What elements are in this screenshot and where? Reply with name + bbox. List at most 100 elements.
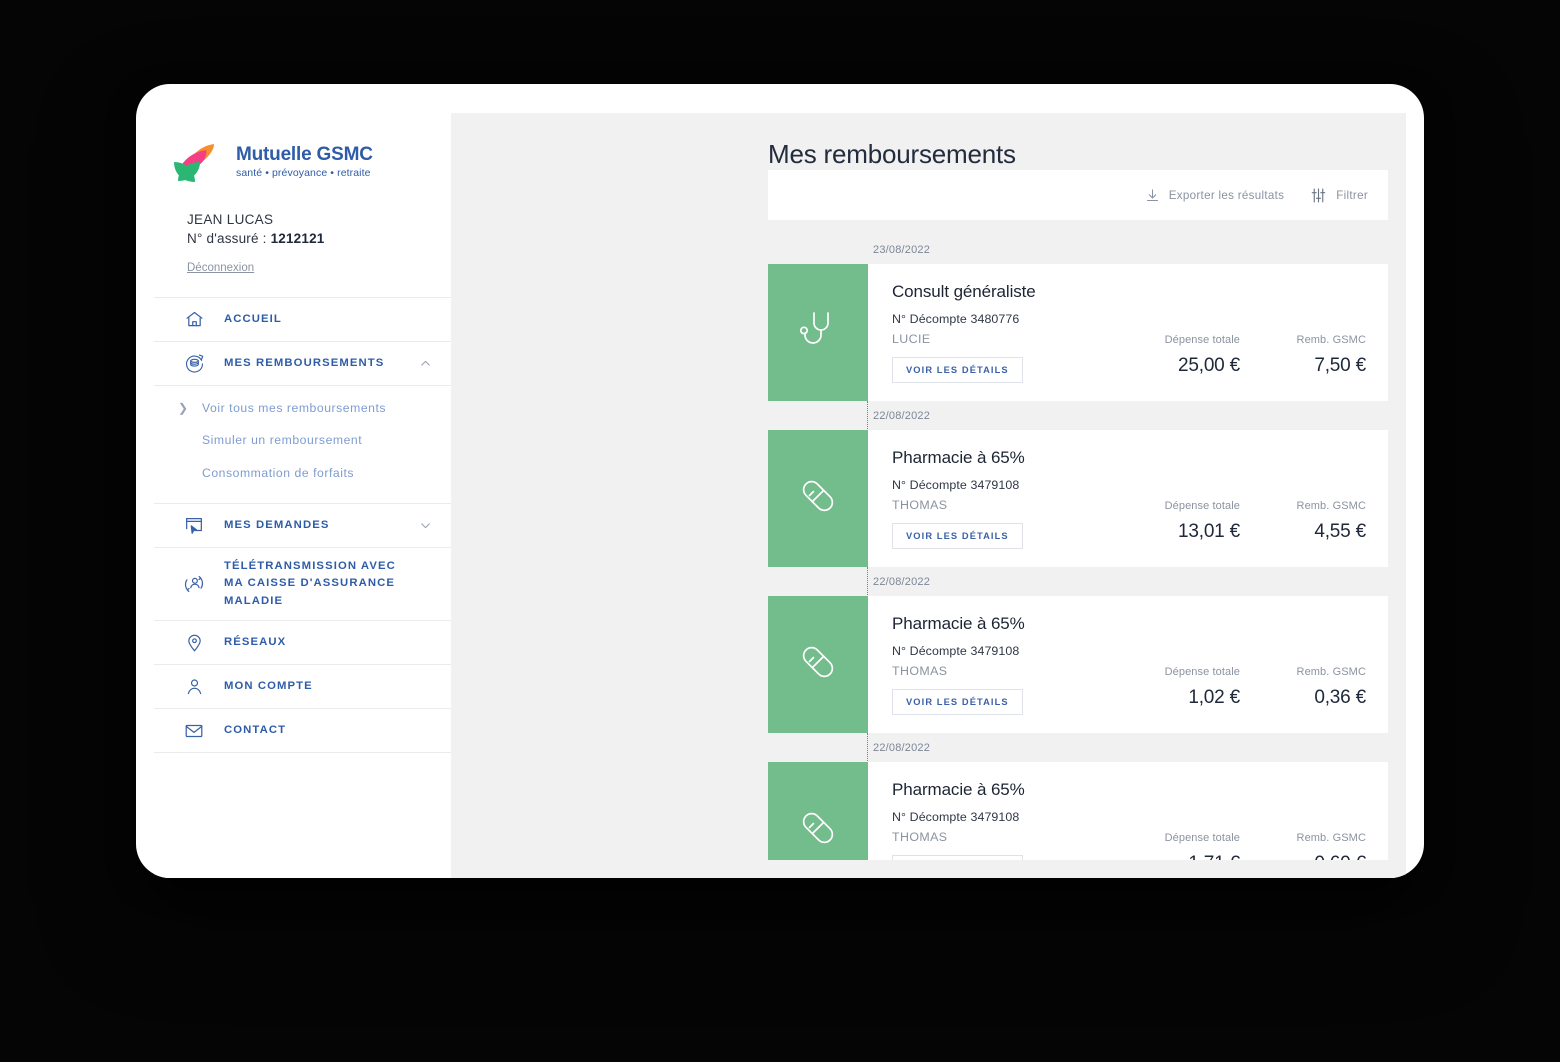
- card-amounts: Dépense totale 13,01 € Remb. GSMC 4,55 €: [1148, 500, 1366, 543]
- user-block: JEAN LUCAS N° d'assuré : 1212121 Déconne…: [154, 184, 451, 276]
- expense-label: Dépense totale: [1148, 334, 1240, 346]
- reimbursement-column: Remb. GSMC 7,50 €: [1274, 334, 1366, 377]
- expense-value: 1,02 €: [1148, 687, 1240, 709]
- list-bottom-fade: [451, 860, 1406, 878]
- filter-button[interactable]: Filtrer: [1310, 187, 1368, 204]
- card-reference: N° Décompte 3479108: [892, 478, 1366, 492]
- card-amounts: Dépense totale 25,00 € Remb. GSMC 7,50 €: [1148, 334, 1366, 377]
- pill-icon: [796, 806, 840, 855]
- pill-icon: [796, 640, 840, 689]
- user-icon: [178, 676, 210, 697]
- reimbursement-card[interactable]: Pharmacie à 65% N° Décompte 3479108 THOM…: [768, 430, 1388, 567]
- sidebar-item-mes-remboursements[interactable]: MES REMBOURSEMENTS: [154, 342, 451, 386]
- sidebar-item-label: ACCUEIL: [210, 311, 417, 329]
- sidebar-item-accueil[interactable]: ACCUEIL: [154, 298, 451, 342]
- card-body: Pharmacie à 65% N° Décompte 3479108 THOM…: [868, 596, 1388, 733]
- view-details-button[interactable]: VOIR LES DÉTAILS: [892, 689, 1023, 715]
- reimbursement-card[interactable]: Pharmacie à 65% N° Décompte 3479108 THOM…: [768, 596, 1388, 733]
- sidebar-subitem-consommation[interactable]: ❯ Consommation de forfaits: [178, 457, 433, 489]
- sidebar-item-teletransmission[interactable]: TÉLÉTRANSMISSION AVEC MA CAISSE D'ASSURA…: [154, 548, 451, 622]
- map-pin-icon: [178, 632, 210, 653]
- card-media: [768, 430, 868, 567]
- view-details-button[interactable]: VOIR LES DÉTAILS: [892, 523, 1023, 549]
- reimbursement-value: 4,55 €: [1274, 521, 1366, 543]
- sidebar-item-mes-demandes[interactable]: MES DEMANDES: [154, 504, 451, 548]
- expense-column: Dépense totale 13,01 €: [1148, 500, 1240, 543]
- sidebar-item-label: MES DEMANDES: [210, 517, 417, 535]
- reimbursement-label: Remb. GSMC: [1274, 500, 1366, 512]
- page-backdrop: Mutuelle GSMC santé • prévoyance • retra…: [0, 0, 1560, 1062]
- reimbursement-column: Remb. GSMC 4,55 €: [1274, 500, 1366, 543]
- brand-block: Mutuelle GSMC santé • prévoyance • retra…: [154, 113, 451, 184]
- leaf-logo-icon: [170, 140, 226, 184]
- card-body: Pharmacie à 65% N° Décompte 3479108 THOM…: [868, 430, 1388, 567]
- home-icon: [178, 309, 210, 330]
- request-icon: [178, 514, 210, 536]
- card-amounts: Dépense totale 1,02 € Remb. GSMC 0,36 €: [1148, 666, 1366, 709]
- card-reference: N° Décompte 3480776: [892, 312, 1366, 326]
- card-title: Pharmacie à 65%: [892, 614, 1366, 634]
- insured-label: N° d'assuré :: [187, 231, 267, 246]
- list-item: 22/08/2022: [768, 401, 1388, 567]
- app-screen: Mutuelle GSMC santé • prévoyance • retra…: [154, 113, 1406, 878]
- sidebar-subitem-label: Voir tous mes remboursements: [202, 399, 386, 417]
- reimbursements-list: 23/08/2022: [768, 235, 1388, 878]
- card-media: [768, 264, 868, 401]
- reimbursement-card[interactable]: Consult généraliste N° Décompte 3480776 …: [768, 264, 1388, 401]
- logout-link[interactable]: Déconnexion: [187, 262, 254, 274]
- sidebar-item-mon-compte[interactable]: MON COMPTE: [154, 665, 451, 709]
- card-reference: N° Décompte 3479108: [892, 644, 1366, 658]
- device-frame: Mutuelle GSMC santé • prévoyance • retra…: [136, 84, 1424, 878]
- reimbursement-label: Remb. GSMC: [1274, 334, 1366, 346]
- sidebar-subitem-voir-tous[interactable]: ❯ Voir tous mes remboursements: [178, 392, 433, 424]
- expense-column: Dépense totale 1,02 €: [1148, 666, 1240, 709]
- download-icon: [1145, 188, 1160, 203]
- chevron-down-icon[interactable]: [417, 519, 433, 532]
- sidebar-item-label: RÉSEAUX: [210, 634, 417, 652]
- expense-column: Dépense totale 25,00 €: [1148, 334, 1240, 377]
- card-body: Consult généraliste N° Décompte 3480776 …: [868, 264, 1388, 401]
- expense-value: 13,01 €: [1148, 521, 1240, 543]
- sidebar-subitem-label: Simuler un remboursement: [202, 431, 362, 449]
- main-content: Mes remboursements Exporter les résultat…: [451, 113, 1406, 878]
- card-title: Pharmacie à 65%: [892, 448, 1366, 468]
- card-title: Pharmacie à 65%: [892, 780, 1366, 800]
- reimbursement-value: 0,36 €: [1274, 687, 1366, 709]
- sidebar-item-label: MES REMBOURSEMENTS: [210, 355, 417, 373]
- sidebar-subnav: ❯ Voir tous mes remboursements ❯ Simuler…: [154, 386, 451, 504]
- user-insured-number: N° d'assuré : 1212121: [187, 231, 451, 246]
- transmission-icon: [178, 572, 210, 596]
- stethoscope-icon: [798, 307, 838, 358]
- reimbursement-label: Remb. GSMC: [1274, 666, 1366, 678]
- expense-label: Dépense totale: [1148, 666, 1240, 678]
- entry-date: 22/08/2022: [768, 401, 1388, 430]
- brand-subtitle: santé • prévoyance • retraite: [236, 168, 373, 179]
- insured-value: 1212121: [271, 231, 325, 246]
- brand-title: Mutuelle GSMC: [236, 145, 373, 165]
- view-details-button[interactable]: VOIR LES DÉTAILS: [892, 357, 1023, 383]
- sidebar-item-reseaux[interactable]: RÉSEAUX: [154, 621, 451, 665]
- list-item: 22/08/2022: [768, 733, 1388, 878]
- card-media: [768, 596, 868, 733]
- expense-label: Dépense totale: [1148, 832, 1240, 844]
- envelope-icon: [178, 720, 210, 742]
- list-item: 22/08/2022: [768, 567, 1388, 733]
- entry-date: 23/08/2022: [768, 235, 1388, 264]
- chevron-right-icon: ❯: [178, 399, 202, 417]
- filter-label: Filtrer: [1336, 189, 1368, 202]
- export-results-label: Exporter les résultats: [1169, 189, 1285, 202]
- sidebar-item-label: TÉLÉTRANSMISSION AVEC MA CAISSE D'ASSURA…: [210, 558, 417, 611]
- sidebar-subitem-simuler[interactable]: ❯ Simuler un remboursement: [178, 424, 433, 456]
- results-toolbar: Exporter les résultats Filtrer: [768, 170, 1388, 220]
- sidebar-nav: ACCUEIL MES REMBOURSEMENTS: [154, 297, 451, 753]
- entry-date: 22/08/2022: [768, 733, 1388, 762]
- sidebar-subitem-label: Consommation de forfaits: [202, 464, 354, 482]
- sidebar-item-contact[interactable]: CONTACT: [154, 709, 451, 753]
- reimbursement-value: 7,50 €: [1274, 355, 1366, 377]
- expense-label: Dépense totale: [1148, 500, 1240, 512]
- chevron-up-icon[interactable]: [417, 357, 433, 370]
- sliders-icon: [1310, 187, 1327, 204]
- entry-date: 22/08/2022: [768, 567, 1388, 596]
- card-reference: N° Décompte 3479108: [892, 810, 1366, 824]
- export-results-button[interactable]: Exporter les résultats: [1145, 188, 1285, 203]
